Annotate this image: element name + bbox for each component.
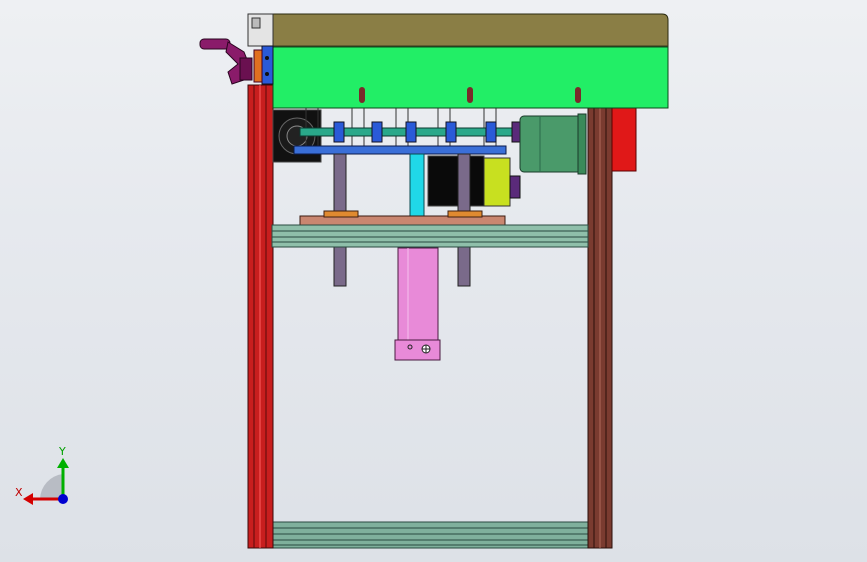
drive-motor xyxy=(519,113,587,175)
drive-shaft xyxy=(299,121,523,143)
cad-model-view[interactable]: Y X xyxy=(0,0,867,562)
cad-viewport[interactable]: Y X xyxy=(0,0,867,562)
gearbox xyxy=(427,155,521,207)
blue-mounting-plate xyxy=(293,145,507,155)
right-frame-column xyxy=(587,106,613,549)
middle-rail xyxy=(271,224,589,248)
red-side-bracket xyxy=(611,106,637,172)
top-cover xyxy=(272,13,669,48)
triad-y-label: Y xyxy=(58,445,66,458)
triad-x-label: X xyxy=(15,486,23,499)
green-housing xyxy=(272,46,669,109)
coordinate-triad: Y X xyxy=(15,445,69,505)
pneumatic-cylinder xyxy=(394,247,441,361)
left-frame-column xyxy=(247,84,274,549)
cyan-guide-rod xyxy=(409,153,425,217)
bottom-rail xyxy=(271,521,591,549)
purple-handle[interactable] xyxy=(199,38,253,85)
copper-plate xyxy=(299,210,506,227)
